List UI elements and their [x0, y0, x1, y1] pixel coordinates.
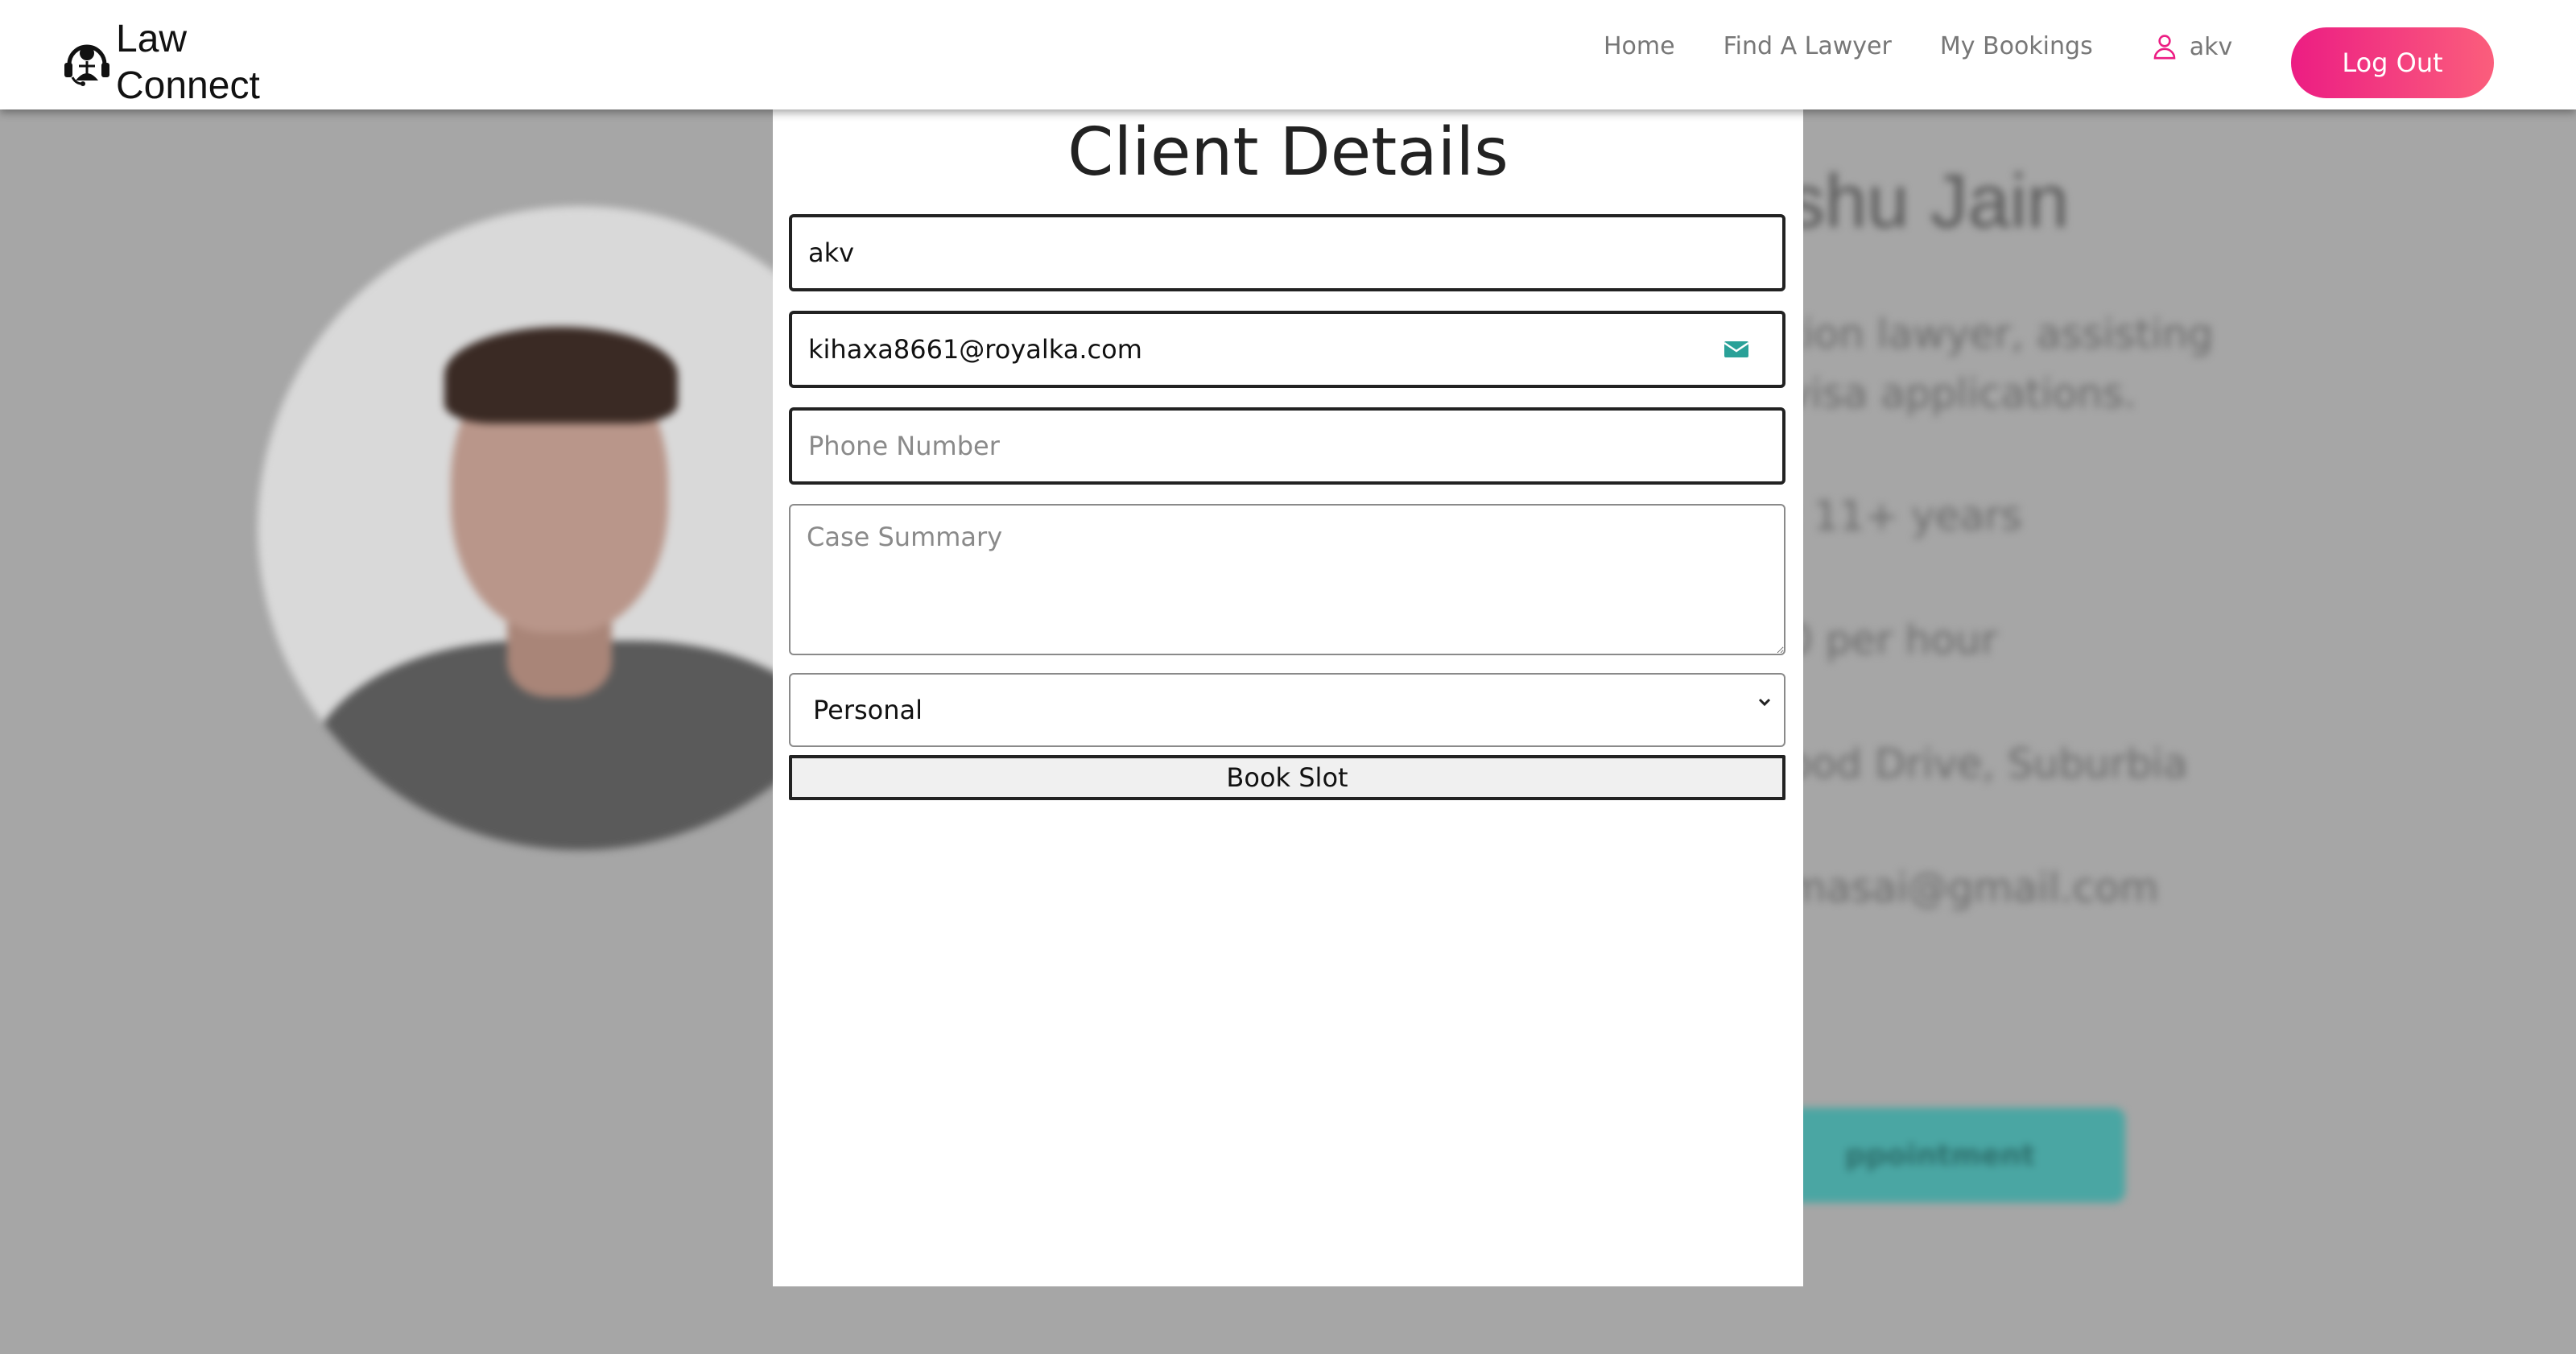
phone-number-input[interactable]: [789, 407, 1785, 485]
lawyer-bio-line-2: visa applications.: [1787, 370, 2136, 417]
client-name-input[interactable]: [789, 214, 1785, 291]
lawyer-rate: 0 per hour: [1787, 617, 1998, 663]
user-menu[interactable]: akv: [2151, 32, 2233, 61]
modal-title: Client Details: [1067, 114, 1509, 191]
lawyer-bio-line-1: tion lawyer, assisting: [1787, 311, 2214, 357]
nav-find-a-lawyer[interactable]: Find A Lawyer: [1724, 27, 1892, 66]
book-appointment-button: ppointment: [1755, 1108, 2125, 1203]
case-summary-textarea[interactable]: [789, 504, 1785, 655]
client-details-modal: Client Details Personal Book Slot: [773, 109, 1803, 1286]
logo-text: Law Connect: [116, 16, 260, 109]
logo[interactable]: Law Connect: [61, 16, 260, 109]
user-icon: [2153, 35, 2176, 60]
book-slot-button[interactable]: Book Slot: [789, 755, 1785, 800]
client-email-input[interactable]: [789, 311, 1785, 388]
email-autofill-icon[interactable]: [1723, 338, 1750, 361]
lawyer-headset-icon: [64, 44, 109, 86]
lawyer-address: ood Drive, Suburbia: [1787, 741, 2188, 787]
user-name: akv: [2189, 32, 2233, 61]
chevron-down-icon: [1758, 698, 1771, 707]
nav-home[interactable]: Home: [1604, 27, 1675, 66]
case-type-select[interactable]: Personal: [789, 673, 1785, 747]
lawyer-experience: : 11+ years: [1787, 493, 2022, 539]
lawyer-name: shu Jain: [1787, 159, 2070, 243]
nav-links: Home Find A Lawyer My Bookings akv: [1604, 27, 2232, 66]
top-navbar: Law Connect Home Find A Lawyer My Bookin…: [0, 0, 2576, 109]
logo-line-2: Connect: [116, 64, 260, 107]
nav-my-bookings[interactable]: My Bookings: [1940, 27, 2093, 66]
logo-line-1: Law: [116, 18, 188, 60]
lawyer-email: masai@gmail.com: [1787, 865, 2159, 911]
logout-button[interactable]: Log Out: [2291, 27, 2494, 98]
